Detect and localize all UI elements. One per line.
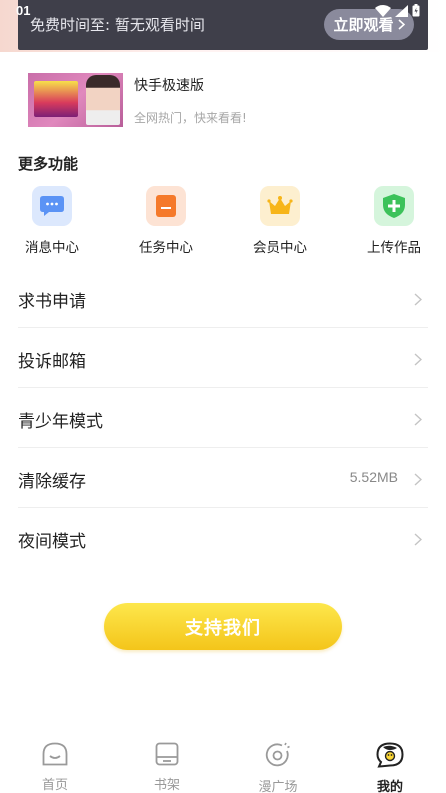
menu-item-clear-cache[interactable]: 清除缓存 5.52MB: [18, 448, 428, 508]
tab-bookshelf[interactable]: 书架: [127, 742, 207, 793]
tab-home[interactable]: 首页: [15, 742, 95, 793]
watch-now-label: 立即观看: [333, 16, 394, 34]
chevron-right-icon: [414, 351, 423, 370]
ad-thumbnail: [28, 73, 123, 127]
chevron-right-icon: [414, 531, 423, 550]
more-functions-title: 更多功能: [18, 155, 79, 173]
crown-icon: [260, 186, 300, 226]
mine-icon: [376, 742, 404, 772]
menu-item-label: 投诉邮箱: [18, 352, 86, 372]
menu-item-book-request[interactable]: 求书申请: [18, 268, 428, 328]
task-icon: [146, 186, 186, 226]
vip-center-button[interactable]: 会员中心: [240, 186, 320, 256]
battery-icon: [412, 4, 420, 17]
upload-shield-icon: [374, 186, 414, 226]
chevron-right-icon: [397, 16, 405, 34]
upload-works-button[interactable]: 上传作品: [354, 186, 434, 256]
status-icons: [375, 4, 420, 17]
tab-mine[interactable]: 我的: [350, 742, 430, 793]
ad-poster-image: [34, 81, 78, 117]
message-center-button[interactable]: 消息中心: [12, 186, 92, 256]
menu-item-complaint-email[interactable]: 投诉邮箱: [18, 328, 428, 388]
chevron-right-icon: [414, 471, 423, 490]
function-grid: 消息中心 任务中心 会员中心 上传作品: [0, 186, 446, 258]
ad-banner[interactable]: 快手极速版 全网热门，快来看看!: [28, 73, 428, 127]
upload-works-label: 上传作品: [367, 240, 421, 256]
menu-item-youth-mode[interactable]: 青少年模式: [18, 388, 428, 448]
menu-item-label: 清除缓存: [18, 472, 86, 492]
menu-item-label: 夜间模式: [18, 532, 86, 552]
bottom-tab-bar: 首页 书架 漫广场 我的: [0, 733, 446, 793]
menu-item-label: 求书申请: [18, 292, 86, 312]
status-time: 01: [16, 3, 31, 18]
tab-label: 首页: [41, 778, 68, 793]
menu-item-label: 青少年模式: [18, 412, 103, 432]
comic-square-icon: [265, 742, 291, 772]
tab-comic-square[interactable]: 漫广场: [238, 742, 318, 793]
task-center-label: 任务中心: [139, 240, 193, 256]
ad-title: 快手极速版: [134, 78, 204, 94]
message-center-label: 消息中心: [25, 240, 79, 256]
free-time-banner: 免费时间至: 暂无观看时间 立即观看: [18, 0, 428, 50]
chevron-right-icon: [414, 291, 423, 310]
tab-label: 我的: [376, 780, 403, 793]
bookshelf-icon: [155, 742, 179, 770]
message-icon: [32, 186, 72, 226]
wifi-icon: [375, 4, 391, 17]
chevron-right-icon: [414, 411, 423, 430]
profile-page: 免费时间至: 暂无观看时间 立即观看 01 快手极速版 全网热门，快来看看! 更…: [0, 0, 446, 793]
vip-center-label: 会员中心: [253, 240, 307, 256]
ad-person-image: [86, 75, 120, 125]
signal-icon: [395, 4, 408, 17]
tab-label: 书架: [153, 778, 180, 793]
settings-menu: 求书申请 投诉邮箱 青少年模式 清除缓存 5.52MB 夜间模式: [18, 268, 428, 568]
ad-subtitle: 全网热门，快来看看!: [134, 111, 247, 125]
support-us-button[interactable]: 支持我们: [104, 603, 342, 650]
task-center-button[interactable]: 任务中心: [126, 186, 206, 256]
cache-size-value: 5.52MB: [349, 469, 398, 485]
menu-item-night-mode[interactable]: 夜间模式: [18, 508, 428, 568]
home-icon: [42, 742, 68, 770]
tab-label: 漫广场: [258, 780, 298, 793]
free-time-text: 免费时间至: 暂无观看时间: [30, 16, 205, 34]
